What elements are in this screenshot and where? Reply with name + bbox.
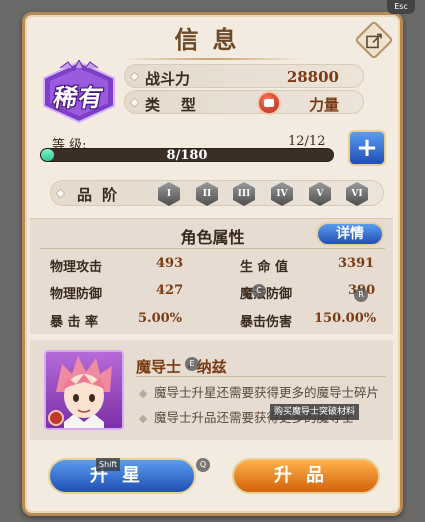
attr-value: 3391 (338, 256, 375, 271)
title-divider (120, 58, 305, 60)
attr-value: 150.00% (314, 311, 377, 326)
details-button[interactable]: 详情 (316, 222, 384, 246)
type-row: 类 型 力量 (124, 90, 364, 115)
character-name: 魔导士 · 纳兹 (136, 358, 227, 376)
star-up-button[interactable]: 升星 (48, 458, 196, 494)
attr-value: 427 (156, 283, 184, 298)
attr-name: 物理防御 (50, 287, 103, 302)
attr-name: 生 命 值 (240, 260, 289, 275)
character-divider (136, 376, 386, 377)
diamond-bullet-icon (138, 414, 148, 423)
attr-name: 暴 击 率 (50, 315, 99, 330)
attr-name: 魔法防御 (240, 287, 293, 302)
level-up-plus-button[interactable]: + (348, 130, 386, 166)
rarity-label: 稀有 (51, 83, 107, 112)
key-hint-q: Q (196, 458, 210, 472)
diamond-bullet-icon (129, 71, 140, 82)
level-count: 12/12 (288, 134, 326, 149)
diamond-bullet-icon (138, 389, 148, 398)
edit-icon (366, 33, 382, 49)
key-hint-shift: Shift (96, 458, 121, 471)
attr-name: 暴击伤害 (240, 315, 293, 330)
rarity-badge: 稀有 (40, 58, 118, 124)
diamond-bullet-icon (129, 97, 140, 108)
key-hint-c: C (252, 284, 266, 298)
diamond-bullet-icon (55, 188, 66, 199)
esc-key-hint[interactable]: Esc (387, 0, 415, 14)
strength-type-icon (48, 410, 64, 426)
attributes-divider (40, 248, 385, 249)
attr-name: 物理攻击 (50, 260, 103, 275)
tooltip: 购买魔导士突破材料 (270, 404, 360, 420)
star-up-tip-text: 魔导士升星还需要获得更多的魔导士碎片 (154, 385, 380, 400)
xp-progress-bar: 8/180 (40, 148, 334, 162)
power-value: 28800 (286, 68, 339, 86)
strength-type-icon (257, 91, 281, 115)
grade-up-button[interactable]: 升品 (232, 458, 380, 494)
power-label: 战斗力 (145, 70, 191, 88)
grade-label: 品阶 (77, 186, 128, 204)
type-value: 力量 (308, 96, 339, 114)
xp-text: 8/180 (166, 148, 208, 162)
attr-value: 493 (156, 256, 184, 271)
star-up-tip: 魔导士升星还需要获得更多的魔导士碎片 (138, 382, 380, 401)
type-label: 类 型 (145, 96, 196, 114)
character-portrait[interactable] (44, 350, 124, 430)
key-hint-r: R (354, 288, 368, 302)
key-hint-e: E (185, 357, 199, 371)
attr-value: 5.00% (138, 311, 183, 326)
power-row: 战斗力 28800 (124, 64, 364, 88)
